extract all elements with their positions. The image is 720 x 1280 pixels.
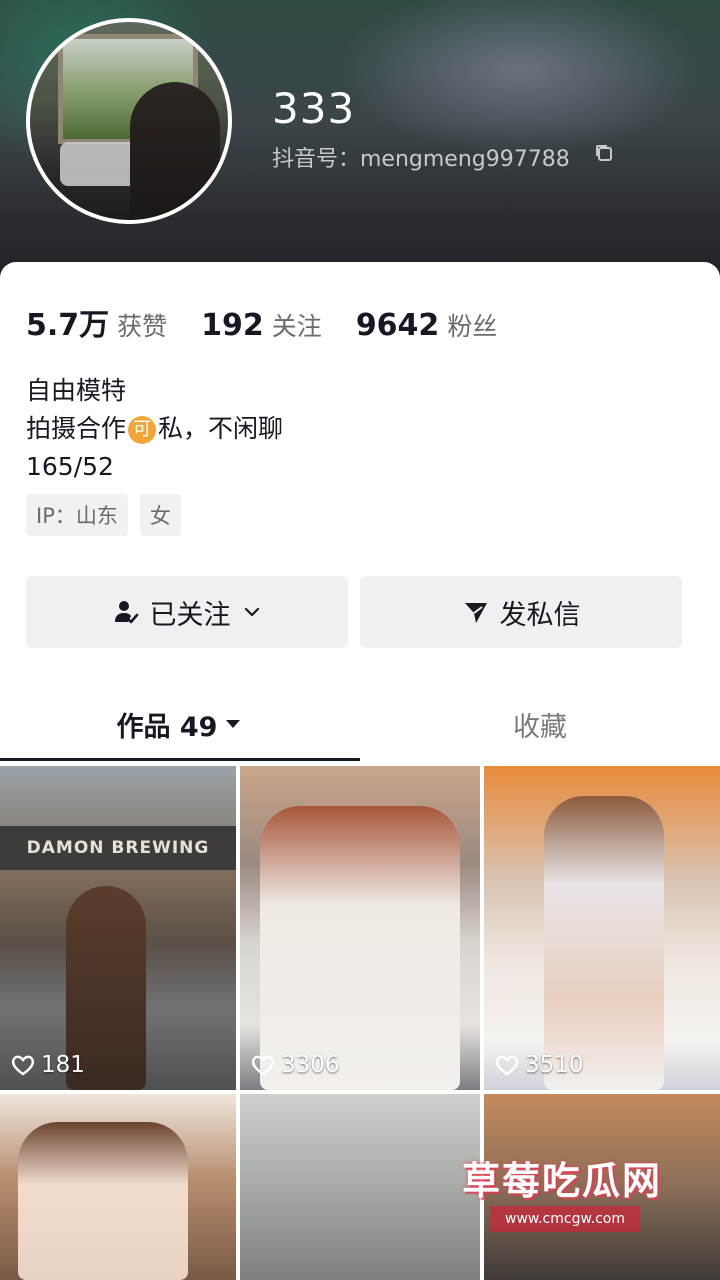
caret-down-icon — [226, 720, 241, 728]
stat-following[interactable]: 192 关注 — [201, 307, 322, 343]
profile-header: 333 抖音号：mengmeng997788 — [0, 0, 720, 300]
message-button[interactable]: 发私信 — [360, 576, 682, 648]
tab-works-label: 作品 49 — [116, 711, 218, 743]
stat-followers-value: 9642 — [355, 308, 440, 343]
stat-following-value: 192 — [201, 308, 264, 343]
bio-line-2-start: 拍摄合作 — [26, 414, 127, 443]
like-count: 3510 — [494, 1052, 584, 1078]
post-figure — [18, 1122, 188, 1280]
like-count-value: 3510 — [525, 1052, 584, 1078]
profile-name: 333 — [272, 84, 356, 133]
douyin-id[interactable]: 抖音号：mengmeng997788 — [272, 141, 570, 173]
bio-line-1: 自由模特 — [26, 376, 127, 405]
content-tabs: 作品 49 收藏 — [0, 686, 720, 762]
post-thumbnail-5[interactable] — [240, 1094, 480, 1280]
heart-icon — [495, 1055, 519, 1076]
tab-favorites[interactable]: 收藏 — [360, 686, 720, 762]
stat-followers-label: 粉丝 — [447, 312, 498, 341]
followed-button[interactable]: 已关注 — [26, 576, 348, 648]
post-thumbnail-1[interactable]: DAMON BREWING 181 — [0, 766, 236, 1090]
watermark-url: www.cmcgw.com — [490, 1206, 640, 1232]
like-count: 181 — [10, 1052, 85, 1078]
heart-icon — [251, 1055, 275, 1076]
stat-likes[interactable]: 5.7万 获赞 — [26, 300, 167, 344]
followed-button-label: 已关注 — [149, 599, 231, 631]
brewery-sign: DAMON BREWING — [0, 826, 236, 870]
like-count: 3306 — [250, 1052, 340, 1078]
post-thumbnail-2[interactable]: 3306 — [240, 766, 480, 1090]
tab-active-indicator — [0, 758, 360, 761]
avatar[interactable] — [26, 18, 232, 224]
tab-favorites-label: 收藏 — [513, 711, 567, 743]
send-icon — [464, 603, 487, 623]
bio: 自由模特 拍摄合作可私，不闲聊 165/52 — [26, 372, 283, 486]
message-button-label: 发私信 — [499, 599, 581, 631]
post-thumbnail-4[interactable] — [0, 1094, 236, 1280]
like-count-value: 3306 — [281, 1052, 340, 1078]
heart-icon — [11, 1055, 35, 1076]
tag-row: IP：山东 女 — [26, 494, 193, 536]
copy-icon[interactable] — [594, 143, 614, 163]
stats-row: 5.7万 获赞 192 关注 9642 粉丝 — [26, 300, 531, 344]
bio-line-2-end: 私，不闲聊 — [158, 414, 284, 443]
watermark-title: 草莓吃瓜网 — [462, 1159, 663, 1203]
stat-likes-label: 获赞 — [117, 312, 168, 341]
tab-works[interactable]: 作品 49 — [0, 686, 360, 762]
post-thumbnail-3[interactable]: 3510 — [484, 766, 720, 1090]
bio-badge: 可 — [128, 416, 157, 444]
user-check-icon — [114, 601, 138, 624]
bio-line-2: 拍摄合作可私，不闲聊 — [26, 410, 283, 448]
tag-gender: 女 — [139, 494, 181, 536]
bio-line-3: 165/52 — [26, 452, 114, 481]
chevron-down-icon — [244, 607, 259, 617]
stat-likes-value: 5.7万 — [26, 308, 110, 343]
post-figure — [260, 806, 460, 1090]
avatar-person — [130, 82, 220, 220]
post-figure — [544, 796, 664, 1090]
profile-card: 5.7万 获赞 192 关注 9642 粉丝 自由模特 拍摄合作可私，不闲聊 1… — [0, 262, 720, 762]
like-count-value: 181 — [41, 1052, 85, 1078]
stat-followers[interactable]: 9642 粉丝 — [356, 307, 498, 343]
stat-following-label: 关注 — [271, 312, 322, 341]
tag-ip: IP：山东 — [26, 494, 128, 536]
